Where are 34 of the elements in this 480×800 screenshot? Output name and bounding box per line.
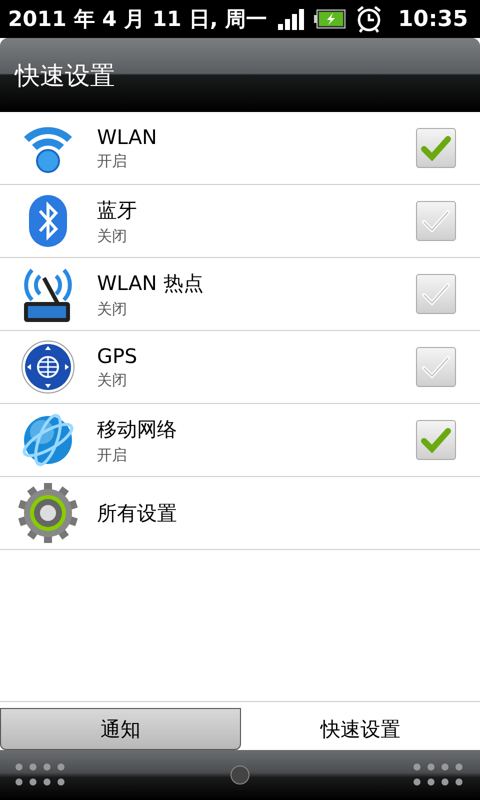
checkbox[interactable] <box>416 274 456 314</box>
settings-row[interactable]: WLAN 热点 关闭 <box>0 258 480 331</box>
setting-status: 关闭 <box>97 300 128 318</box>
tab[interactable]: 通知 <box>0 708 241 750</box>
setting-status: 关闭 <box>97 371 128 390</box>
setting-label: WLAN <box>97 125 158 149</box>
handle-knob-icon <box>230 765 250 785</box>
status-time: 10:35 <box>398 6 468 32</box>
gear-icon <box>17 482 79 544</box>
globe-icon <box>20 412 76 468</box>
setting-status: 关闭 <box>97 226 128 246</box>
status-date: 2011 年 4 月 11 日, 周一 <box>8 6 268 33</box>
panel-title: 快速设置 <box>15 60 115 92</box>
setting-label: 所有设置 <box>97 500 178 526</box>
signal-icon <box>278 8 304 30</box>
battery-icon <box>314 9 346 29</box>
setting-label: WLAN 热点 <box>97 270 204 296</box>
handle-bar[interactable] <box>0 750 480 800</box>
checkbox[interactable] <box>416 347 456 387</box>
globe-compass-icon <box>21 340 75 394</box>
setting-label: GPS <box>97 344 138 368</box>
checkbox[interactable] <box>416 201 456 241</box>
checkbox[interactable] <box>416 420 456 460</box>
setting-label: 移动网络 <box>97 416 178 442</box>
checkbox[interactable] <box>416 128 456 168</box>
setting-status: 开启 <box>97 446 128 464</box>
setting-label: 蓝牙 <box>97 196 138 224</box>
settings-row[interactable]: 所有设置 <box>0 477 480 550</box>
settings-row[interactable]: 移动网络 开启 <box>0 404 480 477</box>
setting-status: 开启 <box>97 152 128 171</box>
settings-row[interactable]: GPS 关闭 <box>0 331 480 404</box>
settings-row[interactable]: 蓝牙 关闭 <box>0 185 480 258</box>
settings-row[interactable]: WLAN 开启 <box>0 112 480 185</box>
alarm-clock-icon <box>356 5 382 33</box>
